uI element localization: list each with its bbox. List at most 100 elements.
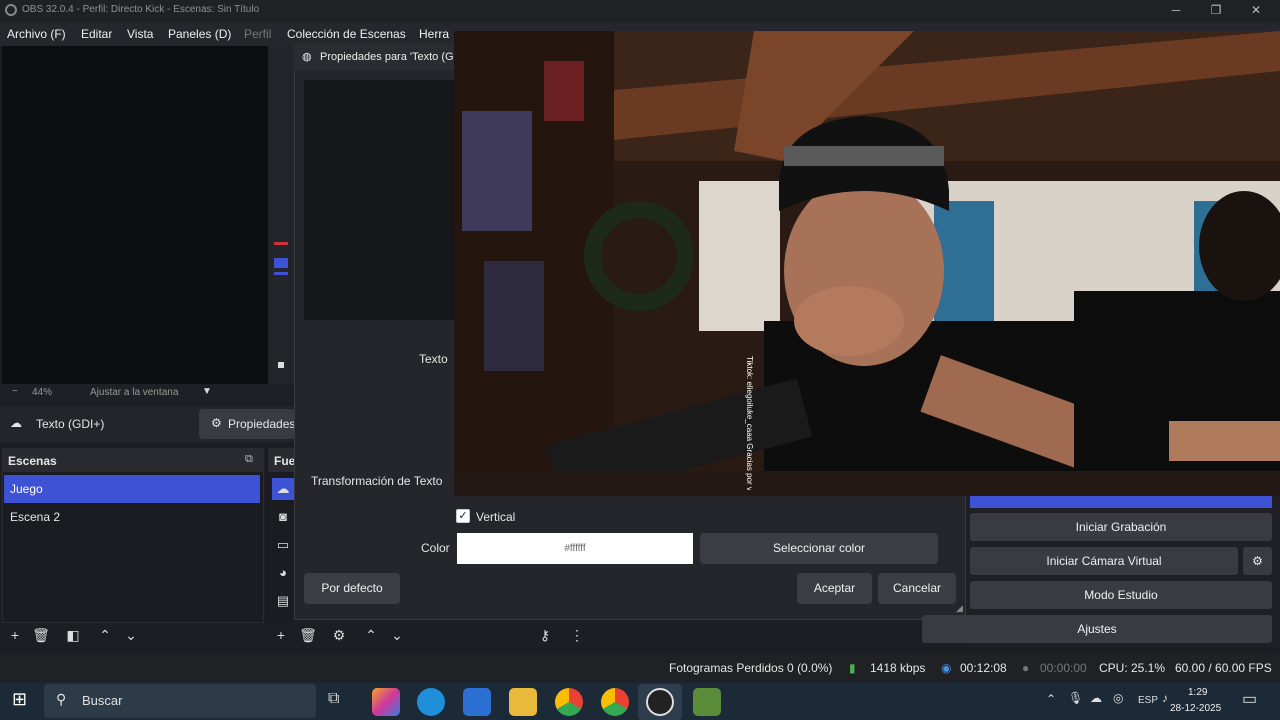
stream-status-icon: ◉ [941, 661, 952, 675]
transition-config-icon[interactable]: ⚷ [534, 624, 556, 646]
dialog-preview [304, 80, 454, 320]
menu-paneles[interactable]: Paneles (D) [168, 27, 231, 41]
preview-side-strip [268, 46, 294, 386]
camera-source-icon[interactable]: ◙ [272, 506, 294, 528]
ok-button[interactable]: Aceptar [797, 573, 872, 604]
scene-item-escena-2[interactable]: Escena 2 [4, 503, 260, 531]
menu-herramientas[interactable]: Herra [419, 27, 449, 41]
sources-title: Fue [274, 454, 296, 468]
windows-start-icon[interactable]: ⊞ [12, 689, 27, 710]
audio-mixer-mark [274, 272, 288, 275]
start-virtual-camera-button[interactable]: Iniciar Cámara Virtual [970, 547, 1238, 575]
menu-coleccion-escenas[interactable]: Colección de Escenas [287, 27, 406, 41]
preview-canvas[interactable] [2, 46, 268, 386]
stop-stream-button[interactable] [970, 496, 1272, 508]
settings-button[interactable]: Ajustes [922, 615, 1272, 643]
clock-time[interactable]: 1:29 [1188, 687, 1207, 698]
bitrate-icon: ▮ [849, 661, 856, 675]
copilot-icon[interactable] [372, 688, 400, 716]
audio-mixer-mark [278, 362, 284, 368]
cpu-usage: CPU: 25.1% [1099, 661, 1166, 675]
live-time: 00:12:08 [960, 661, 1007, 675]
fit-dropdown-icon[interactable]: ▼ [202, 386, 212, 397]
source-up-icon[interactable]: ⌃ [360, 624, 382, 646]
chrome-profile-icon[interactable] [601, 688, 629, 716]
move-down-icon[interactable]: ⌄ [120, 624, 142, 646]
microphone-icon[interactable]: 🎙 [1068, 691, 1083, 705]
clock-date[interactable]: 28-12-2025 [1170, 703, 1221, 714]
move-up-icon[interactable]: ⌃ [94, 624, 116, 646]
tray-chevron-icon[interactable]: ⌃ [1046, 692, 1056, 706]
source-down-icon[interactable]: ⌄ [386, 624, 408, 646]
scene-filter-icon[interactable]: ◧ [62, 624, 84, 646]
scene-item-juego[interactable]: Juego [4, 475, 260, 503]
obs-logo-icon: ◍ [302, 51, 312, 63]
chrome-icon[interactable] [555, 688, 583, 716]
zoom-level: 44% [32, 387, 53, 398]
browser-source-icon[interactable]: ◕ [272, 562, 294, 584]
volume-icon[interactable]: ♪ [1162, 691, 1168, 705]
webcam-icon[interactable]: ◎ [1113, 691, 1123, 705]
scenes-header: Escenas ⧉ [2, 448, 264, 472]
vertical-label: Vertical [476, 510, 516, 524]
menu-archivo[interactable]: Archivo (F) [7, 27, 66, 41]
menu-perfil[interactable]: Perfil [244, 27, 271, 41]
minimize-button[interactable]: ─ [1156, 0, 1196, 22]
properties-button[interactable]: ⚙ Propiedades [199, 409, 295, 439]
audio-mixer-mark [274, 242, 288, 245]
gear-icon: ⚙ [211, 416, 222, 430]
rec-status-icon: ● [1022, 661, 1030, 675]
start-recording-button[interactable]: Iniciar Grabación [970, 513, 1272, 541]
vertical-checkbox[interactable]: ✓ [456, 509, 470, 523]
select-color-button[interactable]: Seleccionar color [700, 533, 938, 564]
virtual-camera-settings-icon[interactable]: ⚙ [1243, 547, 1272, 575]
cancel-button[interactable]: Cancelar [878, 573, 956, 604]
taskbar-search[interactable]: ⚲ Buscar [44, 684, 316, 718]
remove-scene-icon[interactable]: 🗑 [30, 624, 52, 646]
status-bar: Fotogramas Perdidos 0 (0.0%) ▮ 1418 kbps… [0, 654, 1280, 682]
menu-vista[interactable]: Vista [127, 27, 153, 41]
language-indicator[interactable]: ESP [1138, 695, 1158, 706]
dialog-title-bar: ◍ Propiedades para 'Texto (G [294, 44, 454, 70]
color-label: Color [421, 541, 450, 555]
edge-icon[interactable] [417, 688, 445, 716]
defaults-button[interactable]: Por defecto [304, 573, 400, 604]
dropped-frames: Fotogramas Perdidos 0 (0.0%) [669, 661, 833, 675]
file-explorer-icon[interactable] [509, 688, 537, 716]
bitrate: 1418 kbps [870, 661, 926, 675]
window-source-icon[interactable]: ▤ [272, 590, 294, 612]
add-scene-icon[interactable]: + [4, 624, 26, 646]
minecraft-icon[interactable] [693, 688, 721, 716]
more-options-icon[interactable]: ⋮ [566, 624, 588, 646]
menu-editar[interactable]: Editar [81, 27, 112, 41]
cloud-icon[interactable]: ☁ [1090, 691, 1102, 705]
fit-window-label[interactable]: Ajustar a la ventana [90, 387, 178, 398]
remove-source-icon[interactable]: 🗑 [297, 624, 319, 646]
color-value-field[interactable]: #ffffff [457, 533, 693, 564]
display-source-icon[interactable]: ▭ [272, 534, 294, 556]
source-settings-icon[interactable]: ⚙ [328, 624, 350, 646]
task-view-icon[interactable]: ⧉ [328, 690, 339, 708]
search-icon: ⚲ [56, 691, 67, 707]
search-placeholder: Buscar [82, 693, 123, 708]
store-icon[interactable] [463, 688, 491, 716]
transform-label: Transformación de Texto [311, 474, 443, 488]
maximize-button[interactable]: ❐ [1196, 0, 1236, 22]
text-label: Texto [419, 352, 448, 366]
resize-grip-icon[interactable]: ◢ [956, 603, 963, 614]
text-source-icon[interactable]: ☁ [272, 478, 294, 500]
fps: 60.00 / 60.00 FPS [1175, 661, 1272, 675]
undock-icon[interactable]: ⧉ [245, 453, 253, 466]
source-type-icon: ☁ [10, 416, 22, 430]
zoom-minus-icon[interactable]: − [12, 386, 18, 397]
vertical-text-overlay: Tiktok: eliegoiluke_caaa Gracias por ver [745, 356, 754, 490]
close-button[interactable]: ✕ [1236, 0, 1276, 22]
add-source-icon[interactable]: + [270, 624, 292, 646]
zoom-bar: − 44% Ajustar a la ventana ▼ [0, 384, 294, 402]
studio-mode-button[interactable]: Modo Estudio [970, 581, 1272, 609]
notifications-icon[interactable]: ▭ [1242, 689, 1257, 709]
obs-taskbar-icon[interactable] [646, 688, 674, 716]
properties-label: Propiedades [228, 417, 296, 431]
camera-preview-image [454, 31, 1280, 496]
selected-source-name: Texto (GDI+) [36, 417, 105, 431]
